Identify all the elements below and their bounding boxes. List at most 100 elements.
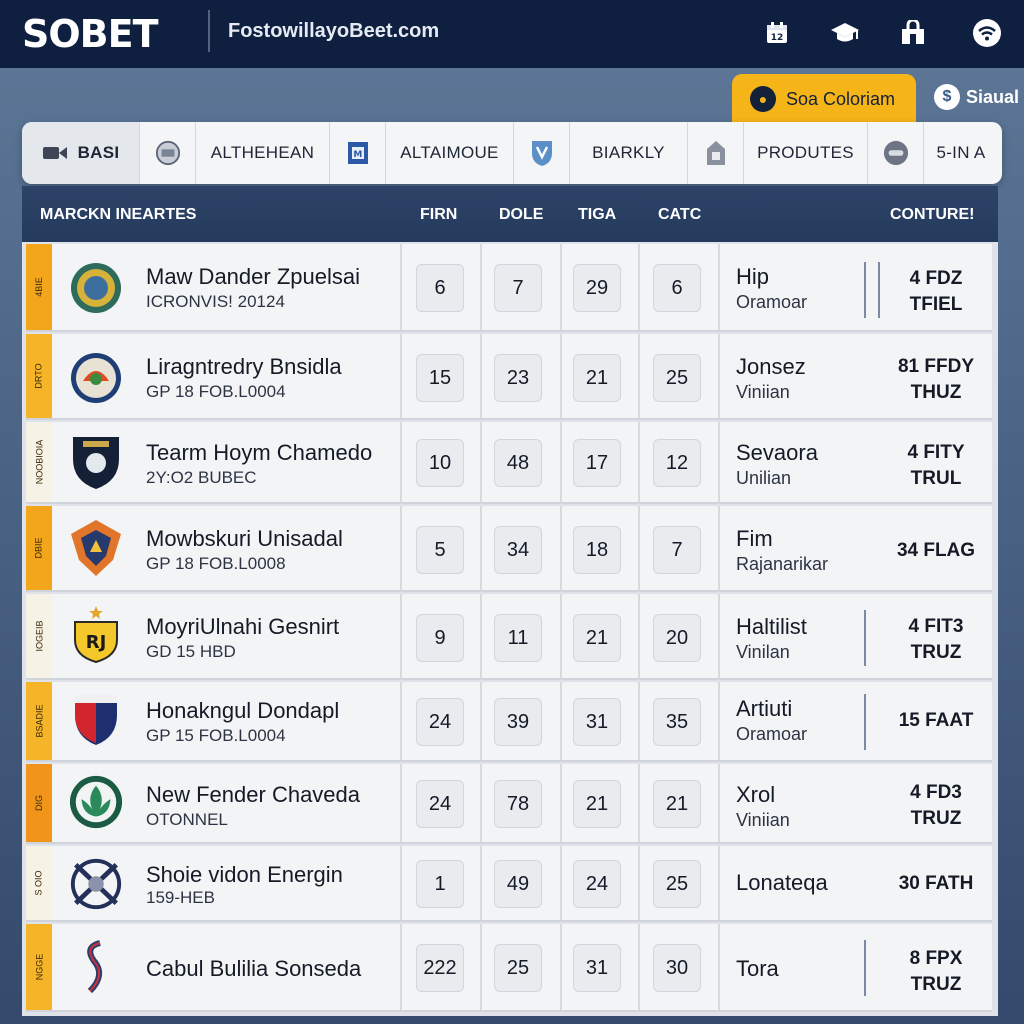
row-stripe: NGGE xyxy=(26,924,52,1010)
graduation-cap-icon[interactable] xyxy=(830,18,860,48)
stat-value: 12 xyxy=(653,439,701,487)
team-name[interactable]: Maw Dander Zpuelsai xyxy=(146,264,360,290)
player-subtitle: Viniian xyxy=(736,810,790,830)
contract-line-1: 81 FFDY xyxy=(897,356,975,377)
header-c1[interactable]: FIRN xyxy=(420,206,457,224)
brand-logo[interactable]: SOBET xyxy=(22,12,159,56)
team-name[interactable]: Mowbskuri Unisadal xyxy=(146,526,343,552)
primary-pill-label: Soa Coloriam xyxy=(786,88,896,109)
stat-value: 35 xyxy=(653,698,701,746)
tab-biarkly[interactable]: BIARKLY xyxy=(570,122,688,184)
row-stripe: NOOBIOIA xyxy=(26,422,52,502)
row-stripe: BSADIE xyxy=(26,682,52,760)
player-name[interactable]: Jonsez xyxy=(736,354,806,380)
team-name[interactable]: Honakngul Dondapl xyxy=(146,698,339,724)
header-c4[interactable]: CATC xyxy=(658,206,701,224)
header-c5[interactable]: CONTURE! xyxy=(890,206,974,224)
site-url[interactable]: FostowillayoBeet.com xyxy=(228,20,439,43)
ball-badge-icon xyxy=(155,140,181,166)
stat-value: 1 xyxy=(416,860,464,908)
secondary-pill-button[interactable]: $ Siaual xyxy=(934,80,1024,114)
player-subtitle: Viniian xyxy=(736,382,790,402)
header-c3[interactable]: TIGA xyxy=(578,206,616,224)
stat-value: 24 xyxy=(573,860,621,908)
team-crest-icon: RJ xyxy=(68,606,124,664)
player-name[interactable]: Xrol xyxy=(736,782,775,808)
tab-label: ALTAIMOUE xyxy=(400,143,499,162)
tab-toggle-badge[interactable] xyxy=(868,122,924,184)
player-name[interactable]: Lonateqa xyxy=(736,870,828,896)
stat-value: 25 xyxy=(653,354,701,402)
table-row[interactable]: DIG New Fender Chaveda OTONNEL 24 78 21 … xyxy=(26,764,992,844)
stat-value: 5 xyxy=(416,526,464,574)
stat-value: 20 xyxy=(653,614,701,662)
team-name[interactable]: Cabul Bulilia Sonseda xyxy=(146,956,361,982)
tab-label: ALTHEHEAN xyxy=(210,143,315,162)
player-name[interactable]: Hip xyxy=(736,264,769,290)
team-subtitle: GP 15 FOB.L0004 xyxy=(146,726,286,745)
stat-value: 25 xyxy=(653,860,701,908)
player-name[interactable]: Sevaora xyxy=(736,440,818,466)
tab-altaimoue[interactable]: ALTAIMOUE xyxy=(386,122,514,184)
stat-value: 11 xyxy=(494,614,542,662)
row-stripe: 4BIE xyxy=(26,244,52,330)
tab-shield-badge[interactable]: M xyxy=(330,122,386,184)
team-name[interactable]: MoyriUlnahi Gesnirt xyxy=(146,614,339,640)
header-team[interactable]: MARCKN INEARTES xyxy=(40,206,196,224)
stat-value: 10 xyxy=(416,439,464,487)
table-row[interactable]: DBIE Mowbskuri Unisadal GP 18 FOB.L0008 … xyxy=(26,506,992,592)
svg-text:RJ: RJ xyxy=(86,632,107,653)
player-name[interactable]: Tora xyxy=(736,956,779,982)
contract-line-2: TRUZ xyxy=(910,642,962,663)
primary-pill-button[interactable]: ● Soa Coloriam xyxy=(732,74,916,124)
team-crest-icon xyxy=(68,434,124,490)
team-crest-icon xyxy=(68,856,124,912)
tab-basi[interactable]: BASI xyxy=(22,122,140,184)
table-header: MARCKN INEARTES FIRN DOLE TIGA CATC CONT… xyxy=(22,186,998,242)
secondary-pill-label: Siaual xyxy=(966,86,1020,107)
team-name[interactable]: Tearm Hoym Chamedo xyxy=(146,440,372,466)
tab-ball-badge[interactable] xyxy=(140,122,196,184)
calendar-icon[interactable]: 12 xyxy=(762,18,792,48)
table-row[interactable]: BSADIE Honakngul Dondapl GP 15 FOB.L0004… xyxy=(26,682,992,762)
team-name[interactable]: Shoie vidon Energin xyxy=(146,862,343,888)
tab-althehean[interactable]: ALTHEHEAN xyxy=(196,122,330,184)
contract-line-2: TRUZ xyxy=(910,808,962,829)
team-subtitle: GD 15 HBD xyxy=(146,642,236,661)
player-name[interactable]: Fim xyxy=(736,526,773,552)
stat-value: 25 xyxy=(494,944,542,992)
stat-value: 21 xyxy=(653,780,701,828)
standings-table: MARCKN INEARTES FIRN DOLE TIGA CATC CONT… xyxy=(22,186,998,1016)
tab-produtes[interactable]: PRODUTES xyxy=(744,122,868,184)
player-name[interactable]: Haltilist xyxy=(736,614,807,640)
store-icon[interactable] xyxy=(898,18,928,48)
table-row[interactable]: 4BIE Maw Dander Zpuelsai ICRONVIS! 20124… xyxy=(26,244,992,332)
tab-5-in-a[interactable]: 5-IN A xyxy=(924,122,998,184)
table-row[interactable]: NGGE Cabul Bulilia Sonseda 222 25 31 30 … xyxy=(26,924,992,1012)
svg-text:12: 12 xyxy=(771,33,784,43)
team-name[interactable]: New Fender Chaveda xyxy=(146,782,360,808)
header-c2[interactable]: DOLE xyxy=(499,206,543,224)
contract-line-2: TFIEL xyxy=(909,294,963,315)
tab-crest-badge[interactable] xyxy=(514,122,570,184)
dollar-coin-icon: $ xyxy=(934,84,960,110)
player-name[interactable]: Artiuti xyxy=(736,696,792,722)
stat-value: 17 xyxy=(573,439,621,487)
header-divider xyxy=(208,10,210,52)
table-row[interactable]: NOOBIOIA Tearm Hoym Chamedo 2Y:O2 BUBEC … xyxy=(26,422,992,504)
stat-value: 31 xyxy=(573,944,621,992)
lantern-badge-icon xyxy=(703,140,729,166)
stat-value: 9 xyxy=(416,614,464,662)
team-subtitle: 159-HEB xyxy=(146,888,215,907)
team-crest-icon xyxy=(68,260,124,316)
stat-value: 24 xyxy=(416,780,464,828)
table-row[interactable]: DRTO Liragntredry Bnsidla GP 18 FOB.L000… xyxy=(26,334,992,420)
top-bar: SOBET FostowillayoBeet.com 12 xyxy=(0,0,1024,68)
wifi-icon[interactable] xyxy=(972,18,1002,48)
stat-value: 15 xyxy=(416,354,464,402)
table-row[interactable]: S OIO Shoie vidon Energin 159-HEB 1 49 2… xyxy=(26,846,992,922)
stat-value: 39 xyxy=(494,698,542,746)
team-name[interactable]: Liragntredry Bnsidla xyxy=(146,354,342,380)
tab-lantern-badge[interactable] xyxy=(688,122,744,184)
table-row[interactable]: IOGEIB RJ MoyriUlnahi Gesnirt GD 15 HBD … xyxy=(26,594,992,680)
